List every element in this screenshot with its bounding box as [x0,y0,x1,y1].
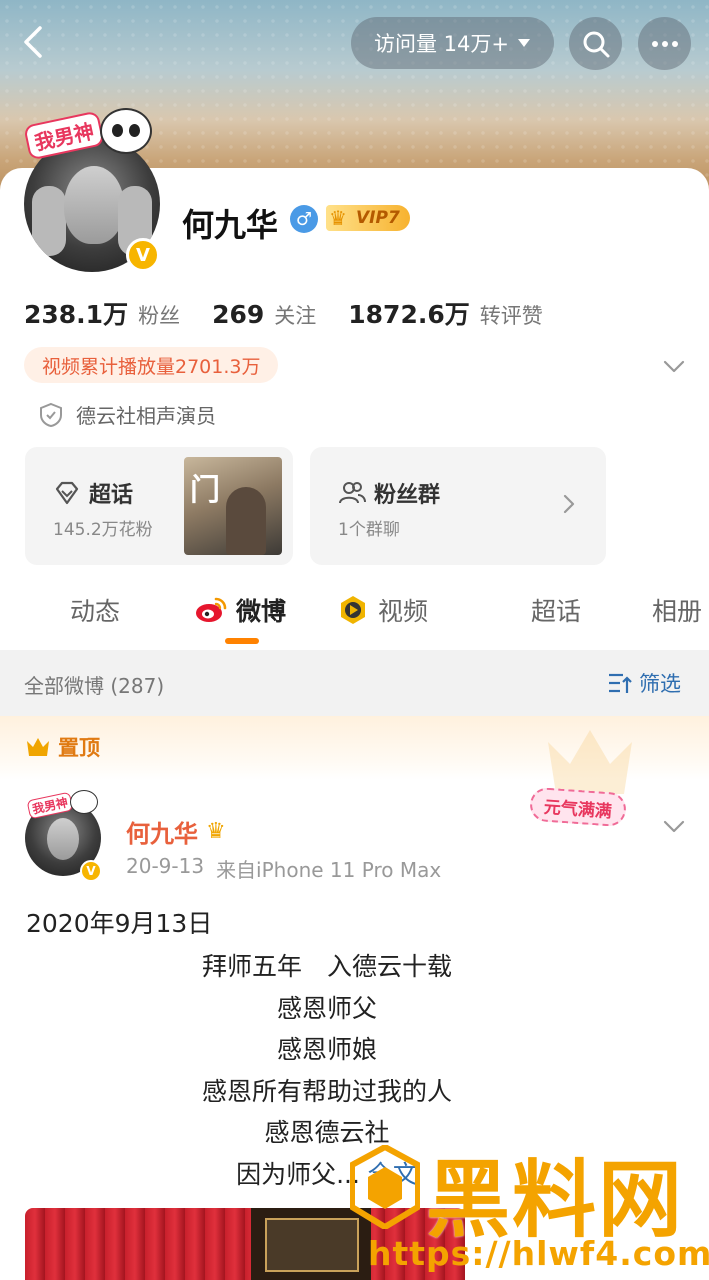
supertopic-card[interactable]: 超话 145.2万花粉 门 [25,447,293,565]
shield-icon [40,402,62,427]
visits-dropdown[interactable]: 访问量 14万+ [351,17,554,69]
panda-sticker-icon [100,108,152,154]
chevron-right-icon [563,494,575,514]
stat-label: 转评赞 [479,304,543,328]
video-icon [341,596,365,624]
filter-bar: 全部微博 (287) 筛选 [0,650,709,716]
profile-name: 何九华 [182,206,279,244]
active-tab-indicator [225,638,259,644]
tab-album[interactable]: 相册 [652,592,702,628]
post-source: 来自iPhone 11 Pro Max [216,858,442,882]
tab-label: 相册 [652,597,703,626]
post-text-first-line: 2020年9月13日 [26,909,213,938]
visits-label: 访问量 14万+ [374,32,509,56]
stat-engagement[interactable]: 1872.6万 转评赞 [348,295,542,331]
fan-group-title-row: 粉丝群 [338,477,440,509]
panda-sticker-icon [70,790,98,814]
tab-label: 微博 [236,597,287,626]
tab-label: 视频 [378,597,429,626]
stat-number: 238.1万 [24,300,129,329]
stat-following[interactable]: 269 关注 [212,300,316,330]
post-author-name: 何九华 [126,820,198,848]
filter-label: 筛选 [639,672,681,696]
tab-feed[interactable]: 动态 [70,592,120,628]
crown-icon [27,738,49,756]
fan-group-subtitle: 1个群聊 [338,520,400,540]
more-icon [651,40,678,47]
watermark-url: https://hlwf4.com [368,1234,709,1273]
search-button[interactable] [569,17,622,70]
watermark-logo-icon [350,1145,420,1229]
tab-supertopic[interactable]: 超话 [531,592,581,628]
post-text-line: 感恩师父 [276,993,377,1023]
video-play-count-pill[interactable]: 视频累计播放量2701.3万 [24,347,279,383]
post-text-line: 拜师五年 入德云十载 [201,952,452,981]
chevron-down-icon[interactable] [660,352,688,380]
back-icon [24,26,42,58]
male-icon: ♂ [290,205,318,233]
supertopic-subtitle: 145.2万花粉 [53,520,153,540]
stat-number: 269 [212,300,265,329]
weibo-count: 全部微博 (287) [24,674,165,698]
post-text-line: 感恩所有帮助过我的人 [201,1076,452,1106]
tab-weibo[interactable]: 微博 [194,592,286,628]
profile-stats: 238.1万 粉丝 269 关注 1872.6万 转评赞 [24,295,543,331]
stat-label: 关注 [274,304,317,328]
back-button[interactable] [14,22,54,62]
tab-label: 动态 [70,597,121,626]
verified-badge-icon: V [80,860,102,882]
group-icon [339,482,366,504]
supertopic-thumbnail: 门 [184,457,282,555]
stat-followers[interactable]: 238.1万 粉丝 [24,295,180,331]
diamond-icon [55,481,79,505]
profile-tabs: 动态 微博 视频 超话 相册 [0,582,709,648]
search-icon [583,31,609,57]
post-menu-chevron-icon[interactable] [660,812,688,840]
post-text-line: 感恩师娘 [276,1035,377,1064]
fan-group-title: 粉丝群 [374,483,441,508]
stat-number: 1872.6万 [348,300,470,329]
verified-badge-icon: V [126,238,160,272]
vip-label: VIP7 [356,208,400,228]
supertopic-title-row: 超话 [53,477,133,509]
supertopic-title: 超话 [89,483,134,508]
weibo-logo-icon [196,597,227,622]
tab-label: 超话 [531,597,582,626]
tab-video[interactable]: 视频 [336,592,428,628]
pinned-banner: 置顶 [0,716,709,794]
crown-icon: ♛ [329,206,347,230]
filter-button[interactable]: 筛选 [607,668,681,698]
post-author-name-row[interactable]: 何九华 ♛ [126,814,226,849]
post-meta: 20-9-13 来自iPhone 11 Pro Max [126,854,441,883]
filter-icon [609,673,632,693]
stat-label: 粉丝 [138,304,181,328]
certification-text: 德云社相声演员 [76,404,216,428]
caret-down-icon [518,39,530,47]
fan-group-card[interactable]: 粉丝群 1个群聊 [310,447,606,565]
crown-icon: ♛ [206,819,226,844]
pinned-label: 置顶 [58,736,100,760]
pinned-label-row: 置顶 [24,732,100,762]
post-date: 20-9-13 [126,854,205,878]
post-text-line: 因为师父... [236,1159,368,1189]
more-button[interactable] [638,17,691,70]
decoration-badge: 元气满满 [528,786,628,828]
vip-badge[interactable]: ♛ VIP7 [326,205,410,231]
certification-row: 德云社相声演员 [38,400,216,429]
